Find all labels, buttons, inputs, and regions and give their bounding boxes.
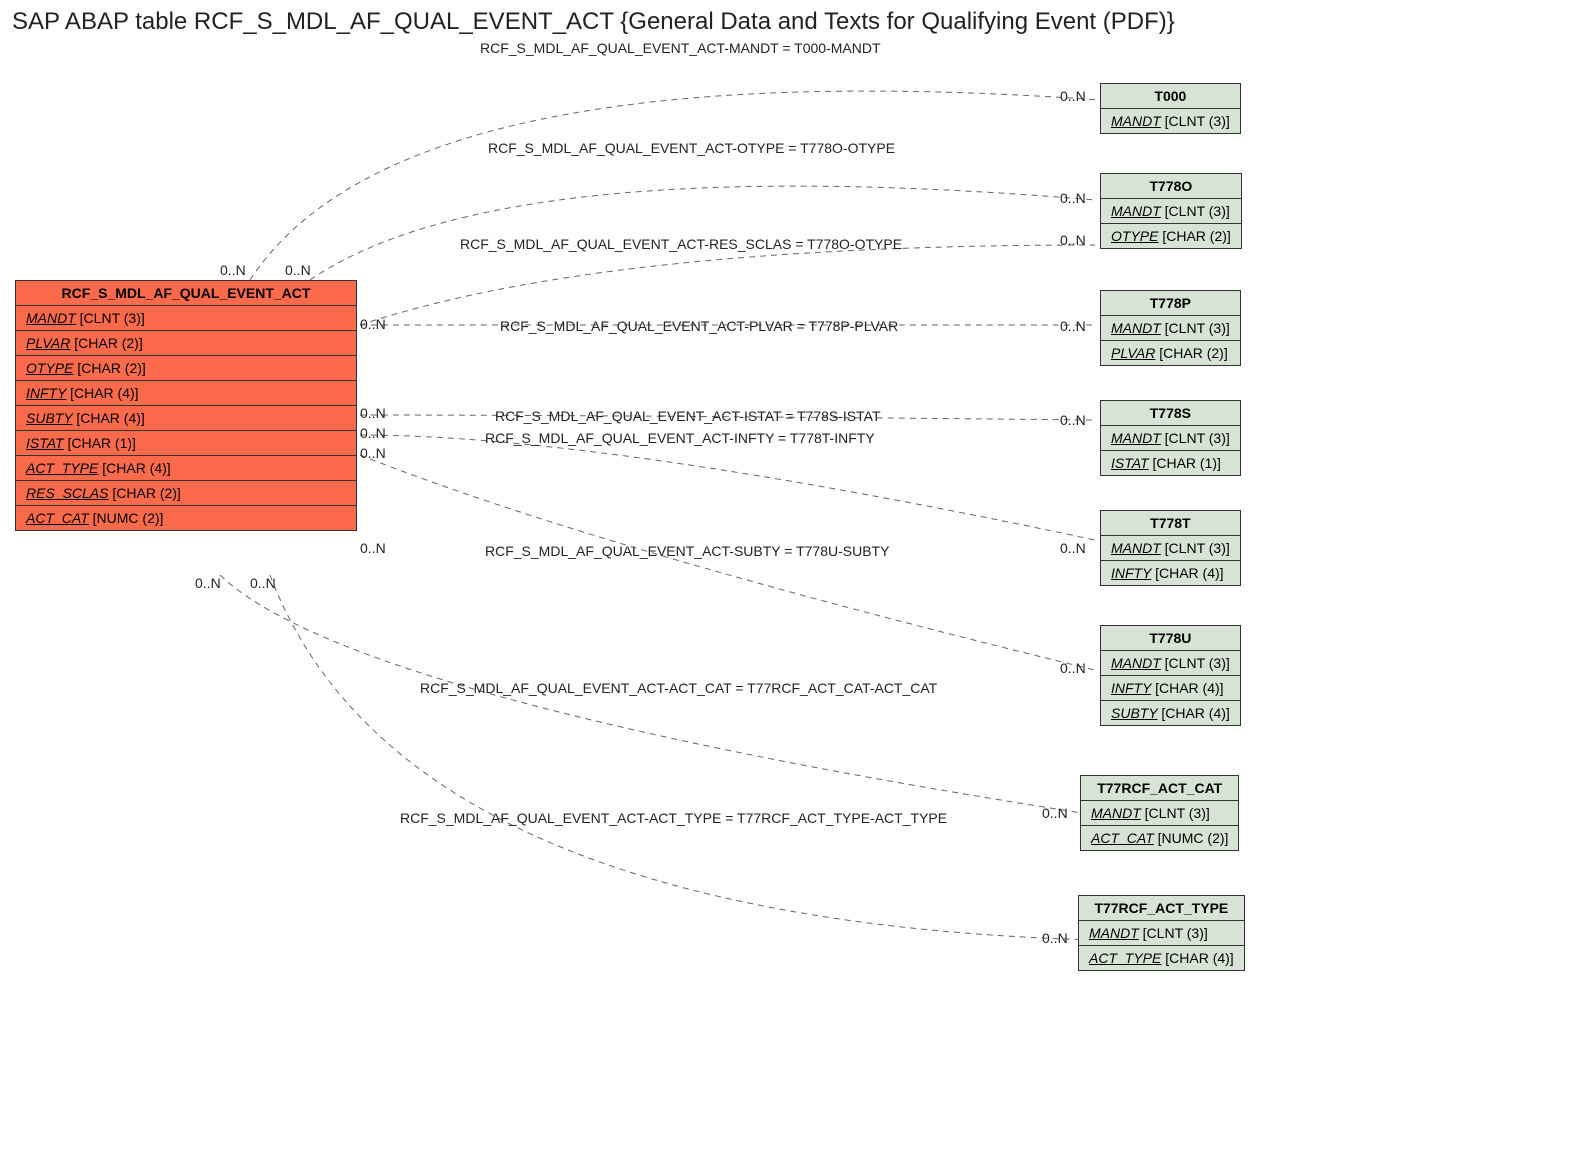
- relationship-lines: [0, 0, 1588, 1176]
- entity-field: SUBTY [CHAR (4)]: [1101, 701, 1240, 725]
- entity-t778u: T778U MANDT [CLNT (3)] INFTY [CHAR (4)] …: [1100, 625, 1241, 726]
- entity-field: MANDT [CLNT (3)]: [1101, 199, 1241, 224]
- entity-header: T000: [1101, 84, 1240, 109]
- entity-main-field: OTYPE [CHAR (2)]: [16, 356, 356, 381]
- entity-t778o: T778O MANDT [CLNT (3)] OTYPE [CHAR (2)]: [1100, 173, 1242, 249]
- relation-label: RCF_S_MDL_AF_QUAL_EVENT_ACT-MANDT = T000…: [480, 40, 881, 56]
- cardinality: 0..N: [1042, 930, 1068, 946]
- entity-t778p: T778P MANDT [CLNT (3)] PLVAR [CHAR (2)]: [1100, 290, 1241, 366]
- entity-t77rcf-act-type: T77RCF_ACT_TYPE MANDT [CLNT (3)] ACT_TYP…: [1078, 895, 1245, 971]
- cardinality: 0..N: [195, 575, 221, 591]
- entity-field: INFTY [CHAR (4)]: [1101, 561, 1240, 585]
- entity-header: T778U: [1101, 626, 1240, 651]
- relation-label: RCF_S_MDL_AF_QUAL_EVENT_ACT-PLVAR = T778…: [500, 318, 898, 334]
- relation-label: RCF_S_MDL_AF_QUAL_EVENT_ACT-ACT_CAT = T7…: [420, 680, 937, 696]
- cardinality: 0..N: [1060, 232, 1086, 248]
- entity-main-field: MANDT [CLNT (3)]: [16, 306, 356, 331]
- relation-label: RCF_S_MDL_AF_QUAL_EVENT_ACT-ACT_TYPE = T…: [400, 810, 947, 826]
- entity-field: ACT_TYPE [CHAR (4)]: [1079, 946, 1244, 970]
- cardinality: 0..N: [1060, 412, 1086, 428]
- cardinality: 0..N: [360, 405, 386, 421]
- relation-label: RCF_S_MDL_AF_QUAL_EVENT_ACT-INFTY = T778…: [485, 430, 875, 446]
- cardinality: 0..N: [1060, 660, 1086, 676]
- cardinality: 0..N: [1060, 190, 1086, 206]
- cardinality: 0..N: [360, 540, 386, 556]
- entity-main-field: SUBTY [CHAR (4)]: [16, 406, 356, 431]
- cardinality: 0..N: [1060, 540, 1086, 556]
- entity-field: ACT_CAT [NUMC (2)]: [1081, 826, 1238, 850]
- cardinality: 0..N: [250, 575, 276, 591]
- entity-field: MANDT [CLNT (3)]: [1101, 536, 1240, 561]
- entity-field: MANDT [CLNT (3)]: [1081, 801, 1238, 826]
- entity-header: T778T: [1101, 511, 1240, 536]
- cardinality: 0..N: [360, 445, 386, 461]
- entity-t778s: T778S MANDT [CLNT (3)] ISTAT [CHAR (1)]: [1100, 400, 1241, 476]
- entity-t778t: T778T MANDT [CLNT (3)] INFTY [CHAR (4)]: [1100, 510, 1241, 586]
- entity-t000: T000 MANDT [CLNT (3)]: [1100, 83, 1241, 134]
- entity-main: RCF_S_MDL_AF_QUAL_EVENT_ACT MANDT [CLNT …: [15, 280, 357, 531]
- entity-field: MANDT [CLNT (3)]: [1101, 316, 1240, 341]
- cardinality: 0..N: [1042, 805, 1068, 821]
- relation-label: RCF_S_MDL_AF_QUAL_EVENT_ACT-OTYPE = T778…: [488, 140, 895, 156]
- entity-main-field: ACT_CAT [NUMC (2)]: [16, 506, 356, 530]
- relation-label: RCF_S_MDL_AF_QUAL_EVENT_ACT-ISTAT = T778…: [495, 408, 881, 424]
- entity-field: ISTAT [CHAR (1)]: [1101, 451, 1240, 475]
- entity-field: OTYPE [CHAR (2)]: [1101, 224, 1241, 248]
- entity-field: PLVAR [CHAR (2)]: [1101, 341, 1240, 365]
- entity-main-field: INFTY [CHAR (4)]: [16, 381, 356, 406]
- cardinality: 0..N: [220, 262, 246, 278]
- entity-header: T778P: [1101, 291, 1240, 316]
- cardinality: 0..N: [360, 316, 386, 332]
- entity-field: INFTY [CHAR (4)]: [1101, 676, 1240, 701]
- cardinality: 0..N: [1060, 318, 1086, 334]
- relation-label: RCF_S_MDL_AF_QUAL_EVENT_ACT-RES_SCLAS = …: [460, 236, 902, 252]
- cardinality: 0..N: [285, 262, 311, 278]
- entity-header: T778S: [1101, 401, 1240, 426]
- cardinality: 0..N: [1060, 88, 1086, 104]
- entity-main-field: RES_SCLAS [CHAR (2)]: [16, 481, 356, 506]
- entity-field: MANDT [CLNT (3)]: [1101, 651, 1240, 676]
- entity-field: MANDT [CLNT (3)]: [1101, 426, 1240, 451]
- entity-field: MANDT [CLNT (3)]: [1079, 921, 1244, 946]
- entity-header: T77RCF_ACT_TYPE: [1079, 896, 1244, 921]
- entity-t77rcf-act-cat: T77RCF_ACT_CAT MANDT [CLNT (3)] ACT_CAT …: [1080, 775, 1239, 851]
- entity-main-field: ACT_TYPE [CHAR (4)]: [16, 456, 356, 481]
- entity-header: T77RCF_ACT_CAT: [1081, 776, 1238, 801]
- entity-main-field: PLVAR [CHAR (2)]: [16, 331, 356, 356]
- entity-field: MANDT [CLNT (3)]: [1101, 109, 1240, 133]
- entity-header: T778O: [1101, 174, 1241, 199]
- page-title: SAP ABAP table RCF_S_MDL_AF_QUAL_EVENT_A…: [12, 8, 1175, 36]
- cardinality: 0..N: [360, 425, 386, 441]
- entity-main-field: ISTAT [CHAR (1)]: [16, 431, 356, 456]
- entity-main-header: RCF_S_MDL_AF_QUAL_EVENT_ACT: [16, 281, 356, 306]
- relation-label: RCF_S_MDL_AF_QUAL_EVENT_ACT-SUBTY = T778…: [485, 543, 889, 559]
